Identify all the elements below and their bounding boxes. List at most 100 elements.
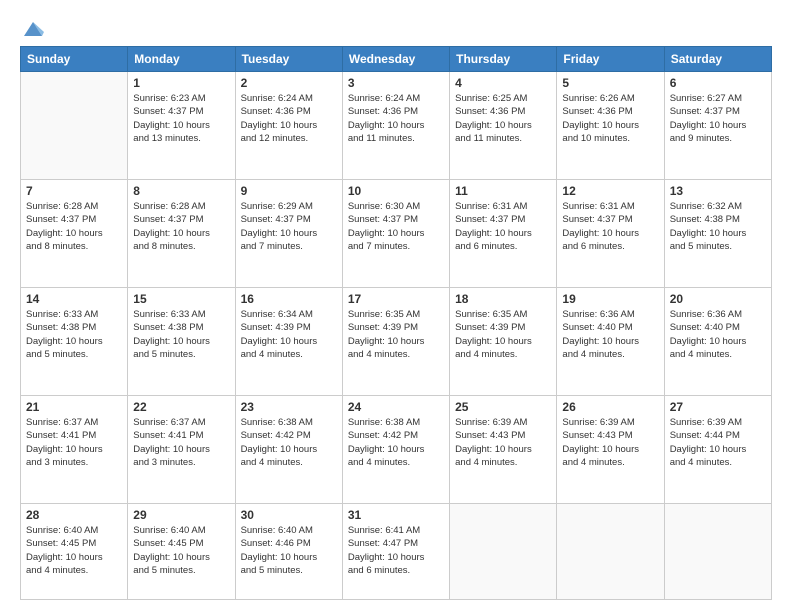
day-number: 10 xyxy=(348,184,444,198)
day-number: 19 xyxy=(562,292,658,306)
calendar-cell: 26Sunrise: 6:39 AM Sunset: 4:43 PM Dayli… xyxy=(557,396,664,504)
day-info: Sunrise: 6:24 AM Sunset: 4:36 PM Dayligh… xyxy=(348,92,444,145)
day-info: Sunrise: 6:40 AM Sunset: 4:45 PM Dayligh… xyxy=(26,524,122,577)
day-number: 3 xyxy=(348,76,444,90)
week-row-1: 1 Sunrise: 6:23 AM Sunset: 4:37 PM Daylig… xyxy=(21,72,772,180)
day-info: Sunrise: 6:38 AM Sunset: 4:42 PM Dayligh… xyxy=(241,416,337,469)
day-number: 29 xyxy=(133,508,229,522)
logo-icon xyxy=(22,18,44,40)
day-number: 22 xyxy=(133,400,229,414)
day-info: Sunrise: 6:39 AM Sunset: 4:44 PM Dayligh… xyxy=(670,416,766,469)
calendar-cell: 18 Sunrise: 6:35 AM Sunset: 4:39 PM Dayli… xyxy=(450,288,557,396)
day-number: 28 xyxy=(26,508,122,522)
page: SundayMondayTuesdayWednesdayThursdayFrid… xyxy=(0,0,792,612)
week-row-5: 28 Sunrise: 6:40 AM Sunset: 4:45 PM Dayli… xyxy=(21,504,772,600)
header xyxy=(20,18,772,36)
calendar-cell: 2 Sunrise: 6:24 AM Sunset: 4:36 PM Daylig… xyxy=(235,72,342,180)
day-number: 11 xyxy=(455,184,551,198)
weekday-thursday: Thursday xyxy=(450,47,557,72)
day-number: 7 xyxy=(26,184,122,198)
week-row-3: 14 Sunrise: 6:33 AM Sunset: 4:38 PM Dayli… xyxy=(21,288,772,396)
day-info: Sunrise: 6:31 AM Sunset: 4:37 PM Dayligh… xyxy=(455,200,551,253)
day-info: Sunrise: 6:37 AM Sunset: 4:41 PM Dayligh… xyxy=(133,416,229,469)
calendar-cell: 20Sunrise: 6:36 AM Sunset: 4:40 PM Dayli… xyxy=(664,288,771,396)
calendar-cell: 23 Sunrise: 6:38 AM Sunset: 4:42 PM Dayli… xyxy=(235,396,342,504)
day-info: Sunrise: 6:25 AM Sunset: 4:36 PM Dayligh… xyxy=(455,92,551,145)
day-number: 2 xyxy=(241,76,337,90)
day-number: 30 xyxy=(241,508,337,522)
day-number: 15 xyxy=(133,292,229,306)
calendar-cell: 21 Sunrise: 6:37 AM Sunset: 4:41 PM Dayli… xyxy=(21,396,128,504)
day-info: Sunrise: 6:29 AM Sunset: 4:37 PM Dayligh… xyxy=(241,200,337,253)
calendar-cell: 12Sunrise: 6:31 AM Sunset: 4:37 PM Dayli… xyxy=(557,180,664,288)
calendar-cell: 5 Sunrise: 6:26 AM Sunset: 4:36 PM Daylig… xyxy=(557,72,664,180)
day-number: 27 xyxy=(670,400,766,414)
logo xyxy=(20,18,44,36)
day-number: 14 xyxy=(26,292,122,306)
day-number: 21 xyxy=(26,400,122,414)
day-info: Sunrise: 6:40 AM Sunset: 4:45 PM Dayligh… xyxy=(133,524,229,577)
day-info: Sunrise: 6:26 AM Sunset: 4:36 PM Dayligh… xyxy=(562,92,658,145)
day-info: Sunrise: 6:24 AM Sunset: 4:36 PM Dayligh… xyxy=(241,92,337,145)
calendar-cell: 1 Sunrise: 6:23 AM Sunset: 4:37 PM Daylig… xyxy=(128,72,235,180)
day-number: 18 xyxy=(455,292,551,306)
calendar-cell: 6 Sunrise: 6:27 AM Sunset: 4:37 PM Daylig… xyxy=(664,72,771,180)
day-number: 24 xyxy=(348,400,444,414)
day-number: 9 xyxy=(241,184,337,198)
day-info: Sunrise: 6:31 AM Sunset: 4:37 PM Dayligh… xyxy=(562,200,658,253)
day-info: Sunrise: 6:37 AM Sunset: 4:41 PM Dayligh… xyxy=(26,416,122,469)
calendar-cell: 19 Sunrise: 6:36 AM Sunset: 4:40 PM Dayli… xyxy=(557,288,664,396)
calendar-cell xyxy=(450,504,557,600)
day-number: 13 xyxy=(670,184,766,198)
calendar-cell: 16 Sunrise: 6:34 AM Sunset: 4:39 PM Dayli… xyxy=(235,288,342,396)
weekday-friday: Friday xyxy=(557,47,664,72)
calendar-cell xyxy=(21,72,128,180)
day-info: Sunrise: 6:36 AM Sunset: 4:40 PM Dayligh… xyxy=(670,308,766,361)
day-number: 8 xyxy=(133,184,229,198)
weekday-sunday: Sunday xyxy=(21,47,128,72)
day-number: 25 xyxy=(455,400,551,414)
day-info: Sunrise: 6:28 AM Sunset: 4:37 PM Dayligh… xyxy=(133,200,229,253)
calendar-cell xyxy=(557,504,664,600)
calendar-cell: 14Sunrise: 6:33 AM Sunset: 4:38 PM Dayli… xyxy=(21,288,128,396)
day-number: 5 xyxy=(562,76,658,90)
day-info: Sunrise: 6:39 AM Sunset: 4:43 PM Dayligh… xyxy=(455,416,551,469)
calendar-cell: 29 Sunrise: 6:40 AM Sunset: 4:45 PM Dayli… xyxy=(128,504,235,600)
calendar-cell: 15 Sunrise: 6:33 AM Sunset: 4:38 PM Dayli… xyxy=(128,288,235,396)
day-info: Sunrise: 6:27 AM Sunset: 4:37 PM Dayligh… xyxy=(670,92,766,145)
calendar-cell: 31 Sunrise: 6:41 AM Sunset: 4:47 PM Dayli… xyxy=(342,504,449,600)
calendar-cell: 24Sunrise: 6:38 AM Sunset: 4:42 PM Dayli… xyxy=(342,396,449,504)
calendar-cell: 17Sunrise: 6:35 AM Sunset: 4:39 PM Dayli… xyxy=(342,288,449,396)
day-info: Sunrise: 6:23 AM Sunset: 4:37 PM Dayligh… xyxy=(133,92,229,145)
weekday-header-row: SundayMondayTuesdayWednesdayThursdayFrid… xyxy=(21,47,772,72)
weekday-saturday: Saturday xyxy=(664,47,771,72)
weekday-monday: Monday xyxy=(128,47,235,72)
day-info: Sunrise: 6:35 AM Sunset: 4:39 PM Dayligh… xyxy=(348,308,444,361)
day-info: Sunrise: 6:36 AM Sunset: 4:40 PM Dayligh… xyxy=(562,308,658,361)
week-row-2: 7 Sunrise: 6:28 AM Sunset: 4:37 PM Daylig… xyxy=(21,180,772,288)
day-number: 26 xyxy=(562,400,658,414)
calendar-table: SundayMondayTuesdayWednesdayThursdayFrid… xyxy=(20,46,772,600)
calendar-cell: 9 Sunrise: 6:29 AM Sunset: 4:37 PM Daylig… xyxy=(235,180,342,288)
calendar-cell: 3 Sunrise: 6:24 AM Sunset: 4:36 PM Daylig… xyxy=(342,72,449,180)
calendar-cell: 4Sunrise: 6:25 AM Sunset: 4:36 PM Daylig… xyxy=(450,72,557,180)
day-info: Sunrise: 6:34 AM Sunset: 4:39 PM Dayligh… xyxy=(241,308,337,361)
calendar-cell: 8 Sunrise: 6:28 AM Sunset: 4:37 PM Daylig… xyxy=(128,180,235,288)
day-number: 16 xyxy=(241,292,337,306)
day-info: Sunrise: 6:28 AM Sunset: 4:37 PM Dayligh… xyxy=(26,200,122,253)
weekday-tuesday: Tuesday xyxy=(235,47,342,72)
calendar-cell: 27 Sunrise: 6:39 AM Sunset: 4:44 PM Dayli… xyxy=(664,396,771,504)
day-number: 23 xyxy=(241,400,337,414)
weekday-wednesday: Wednesday xyxy=(342,47,449,72)
day-info: Sunrise: 6:35 AM Sunset: 4:39 PM Dayligh… xyxy=(455,308,551,361)
day-info: Sunrise: 6:33 AM Sunset: 4:38 PM Dayligh… xyxy=(133,308,229,361)
week-row-4: 21 Sunrise: 6:37 AM Sunset: 4:41 PM Dayli… xyxy=(21,396,772,504)
calendar-cell: 11 Sunrise: 6:31 AM Sunset: 4:37 PM Dayli… xyxy=(450,180,557,288)
calendar-cell: 7 Sunrise: 6:28 AM Sunset: 4:37 PM Daylig… xyxy=(21,180,128,288)
day-info: Sunrise: 6:41 AM Sunset: 4:47 PM Dayligh… xyxy=(348,524,444,577)
calendar-cell: 30Sunrise: 6:40 AM Sunset: 4:46 PM Dayli… xyxy=(235,504,342,600)
day-number: 1 xyxy=(133,76,229,90)
day-number: 6 xyxy=(670,76,766,90)
calendar-cell: 22 Sunrise: 6:37 AM Sunset: 4:41 PM Dayli… xyxy=(128,396,235,504)
day-number: 31 xyxy=(348,508,444,522)
